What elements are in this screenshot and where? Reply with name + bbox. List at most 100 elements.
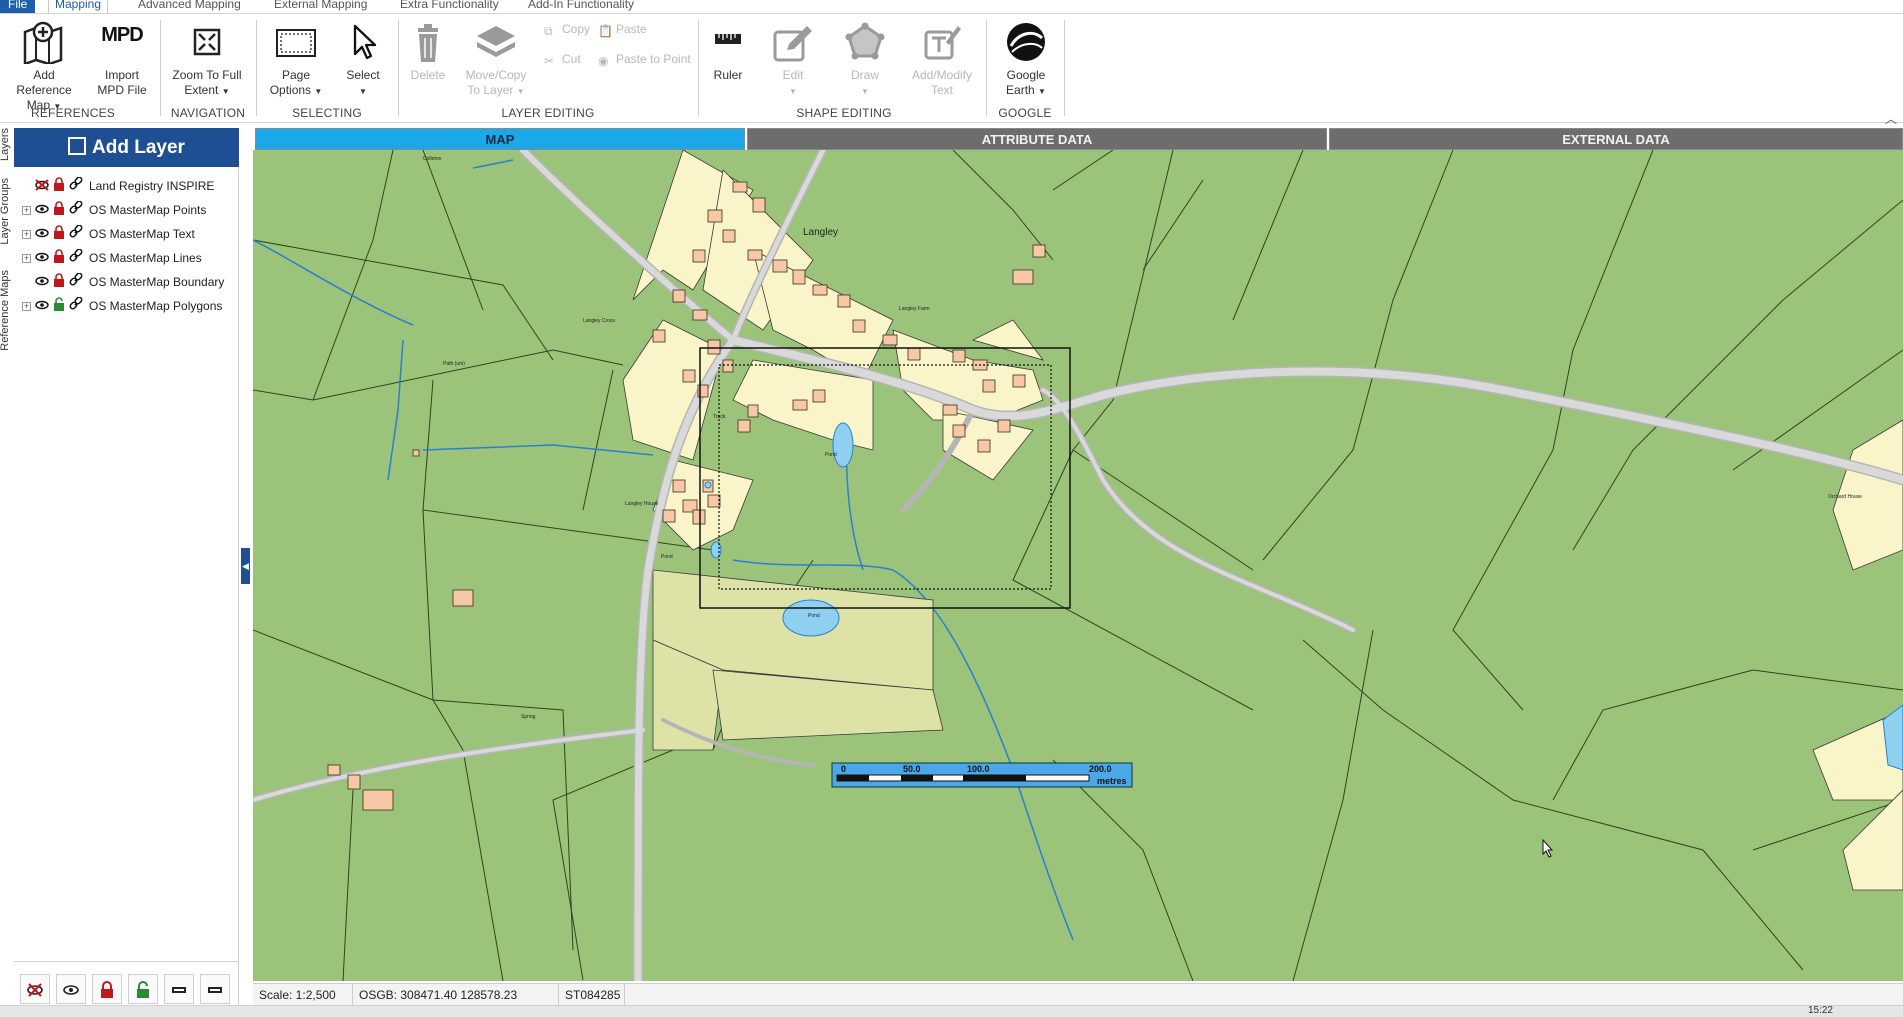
- menu-tab-external-mapping[interactable]: External Mapping: [268, 0, 373, 13]
- select-label: Select: [346, 68, 380, 82]
- tab-map[interactable]: MAP: [255, 128, 745, 150]
- unlock-icon[interactable]: [51, 297, 67, 317]
- import-mpd-button[interactable]: MPD Import MPD File: [92, 20, 152, 98]
- ribbon-separator: [256, 20, 257, 116]
- google-earth-button[interactable]: Google Earth ▼: [996, 20, 1056, 99]
- cursor-arrow-icon: [353, 24, 377, 60]
- link-icon[interactable]: [68, 296, 84, 317]
- label-langley: Langley: [803, 227, 838, 238]
- expand-layers-button[interactable]: [200, 974, 230, 1004]
- collapse-layers-button[interactable]: [164, 974, 194, 1004]
- copy-button[interactable]: ⧉ Copy: [544, 22, 590, 38]
- draw-button[interactable]: Draw ▼: [836, 20, 894, 99]
- label-path-um: Path (um): [443, 361, 465, 367]
- app-window: File Mapping Advanced Mapping External M…: [0, 0, 1903, 1017]
- eye-icon: [63, 985, 79, 995]
- delete-label: Delete: [410, 68, 446, 82]
- add-reference-map-button[interactable]: Add Reference Map ▼: [4, 20, 84, 114]
- side-tab-layers[interactable]: Layers: [0, 128, 11, 161]
- ruler-button[interactable]: Ruler: [706, 20, 750, 83]
- group-label-google: GOOGLE: [998, 106, 1052, 120]
- group-label-references: REFERENCES: [30, 106, 115, 120]
- page-frame-icon: [276, 29, 316, 57]
- label-langley-cross: Langley Cross: [583, 318, 615, 324]
- status-bar: Scale: 1:2,500 OSGB: 308471.40 128578.23…: [253, 983, 1903, 1006]
- layer-row[interactable]: + OS MasterMap Points: [22, 200, 206, 220]
- link-icon[interactable]: [68, 224, 84, 245]
- link-icon[interactable]: [68, 176, 84, 197]
- edit-button[interactable]: Edit ▼: [766, 20, 820, 99]
- add-layer-button[interactable]: Add Layer: [14, 128, 239, 167]
- select-button[interactable]: Select ▼: [338, 20, 388, 99]
- link-icon[interactable]: [68, 200, 84, 221]
- panel-splitter-handle[interactable]: ◀: [241, 548, 250, 584]
- collapse-ribbon-icon[interactable]: ︿: [1885, 110, 1897, 127]
- layer-panel: Add Layer Land Registry INSPIRE + OS Maste…: [12, 128, 239, 1005]
- map-view[interactable]: Langley Langley Cross Langley Farm Langl…: [253, 150, 1903, 981]
- menu-tab-add-in-functionality[interactable]: Add-In Functionality: [522, 0, 640, 13]
- lock-icon[interactable]: [51, 201, 67, 221]
- scale-bar: 0 50.0 100.0 200.0 metres: [831, 762, 1133, 788]
- eye-icon[interactable]: [34, 273, 50, 293]
- cut-button[interactable]: ✂ Cut: [544, 52, 581, 68]
- menu-bar: File Mapping Advanced Mapping External M…: [0, 0, 1903, 13]
- side-tab-reference-maps[interactable]: Reference Maps: [0, 270, 11, 351]
- layer-row[interactable]: Land Registry INSPIRE: [22, 176, 214, 196]
- paddocks: [652, 569, 944, 751]
- ribbon-separator: [698, 20, 699, 116]
- label-track: Track: [713, 414, 726, 420]
- menu-tab-mapping[interactable]: Mapping: [48, 0, 109, 13]
- zoom-full-extent-button[interactable]: Zoom To Full Extent ▼: [168, 20, 246, 99]
- unlock-all-layers-button[interactable]: [128, 974, 158, 1004]
- hide-all-layers-button[interactable]: [20, 974, 50, 1004]
- copy-icon: ⧉: [544, 24, 553, 38]
- group-label-layer-editing: LAYER EDITING: [501, 106, 595, 120]
- menu-tab-advanced-mapping[interactable]: Advanced Mapping: [132, 0, 247, 13]
- layer-row[interactable]: OS MasterMap Boundary: [22, 272, 224, 292]
- layer-row[interactable]: + OS MasterMap Text: [22, 224, 195, 244]
- add-modify-text-button[interactable]: Add/Modify Text: [906, 20, 978, 98]
- eye-icon[interactable]: [34, 201, 50, 221]
- lock-icon[interactable]: [51, 177, 67, 197]
- ribbon: Add Reference Map ▼ MPD Import MPD File …: [0, 13, 1903, 126]
- expand-toggle-icon[interactable]: +: [22, 206, 31, 215]
- eye-off-icon[interactable]: [34, 177, 50, 197]
- move-copy-to-layer-button[interactable]: Move/Copy To Layer ▼: [460, 20, 532, 99]
- show-all-layers-button[interactable]: [56, 974, 86, 1004]
- eye-icon[interactable]: [34, 225, 50, 245]
- menu-tab-file[interactable]: File: [0, 0, 36, 13]
- label-spring: Spring: [521, 714, 536, 720]
- page-options-label: Page Options: [269, 68, 312, 97]
- eye-icon[interactable]: [34, 297, 50, 317]
- lock-icon[interactable]: [51, 249, 67, 269]
- link-icon[interactable]: [68, 272, 84, 293]
- zoom-extent-icon: [193, 28, 221, 56]
- draw-label: Draw: [850, 68, 879, 82]
- link-icon[interactable]: [68, 248, 84, 269]
- label-pond-2: Pond: [808, 613, 820, 619]
- expand-toggle-icon[interactable]: +: [22, 230, 31, 239]
- expand-toggle-icon[interactable]: +: [22, 254, 31, 263]
- menu-tab-extra-functionality[interactable]: Extra Functionality: [394, 0, 505, 13]
- lock-icon[interactable]: [51, 225, 67, 245]
- label-colleton: Colleton: [423, 156, 442, 162]
- map-canvas[interactable]: Langley Langley Cross Langley Farm Langl…: [253, 150, 1903, 981]
- label-pond-1: Pond: [825, 452, 837, 458]
- side-tab-layer-groups[interactable]: Layer Groups: [0, 178, 11, 245]
- expand-toggle-icon[interactable]: +: [22, 302, 31, 311]
- page-options-button[interactable]: Page Options ▼: [266, 20, 326, 99]
- paste-to-point-button[interactable]: ◉ Paste to Point: [598, 52, 691, 68]
- tab-external-data[interactable]: EXTERNAL DATA: [1329, 128, 1903, 150]
- add-layer-icon: [68, 137, 87, 155]
- eye-icon[interactable]: [34, 249, 50, 269]
- tab-attribute-data[interactable]: ATTRIBUTE DATA: [747, 128, 1327, 150]
- layer-row[interactable]: + OS MasterMap Lines: [22, 248, 202, 268]
- lock-icon[interactable]: [51, 273, 67, 293]
- layer-row[interactable]: + OS MasterMap Polygons: [22, 296, 222, 316]
- paste-button[interactable]: 📋 Paste: [598, 22, 647, 38]
- scale-tick-100: 100.0: [967, 764, 990, 774]
- delete-button[interactable]: Delete: [406, 20, 450, 83]
- mpd-icon: MPD: [101, 24, 143, 46]
- lock-all-layers-button[interactable]: [92, 974, 122, 1004]
- expand-bar-icon: [208, 986, 222, 993]
